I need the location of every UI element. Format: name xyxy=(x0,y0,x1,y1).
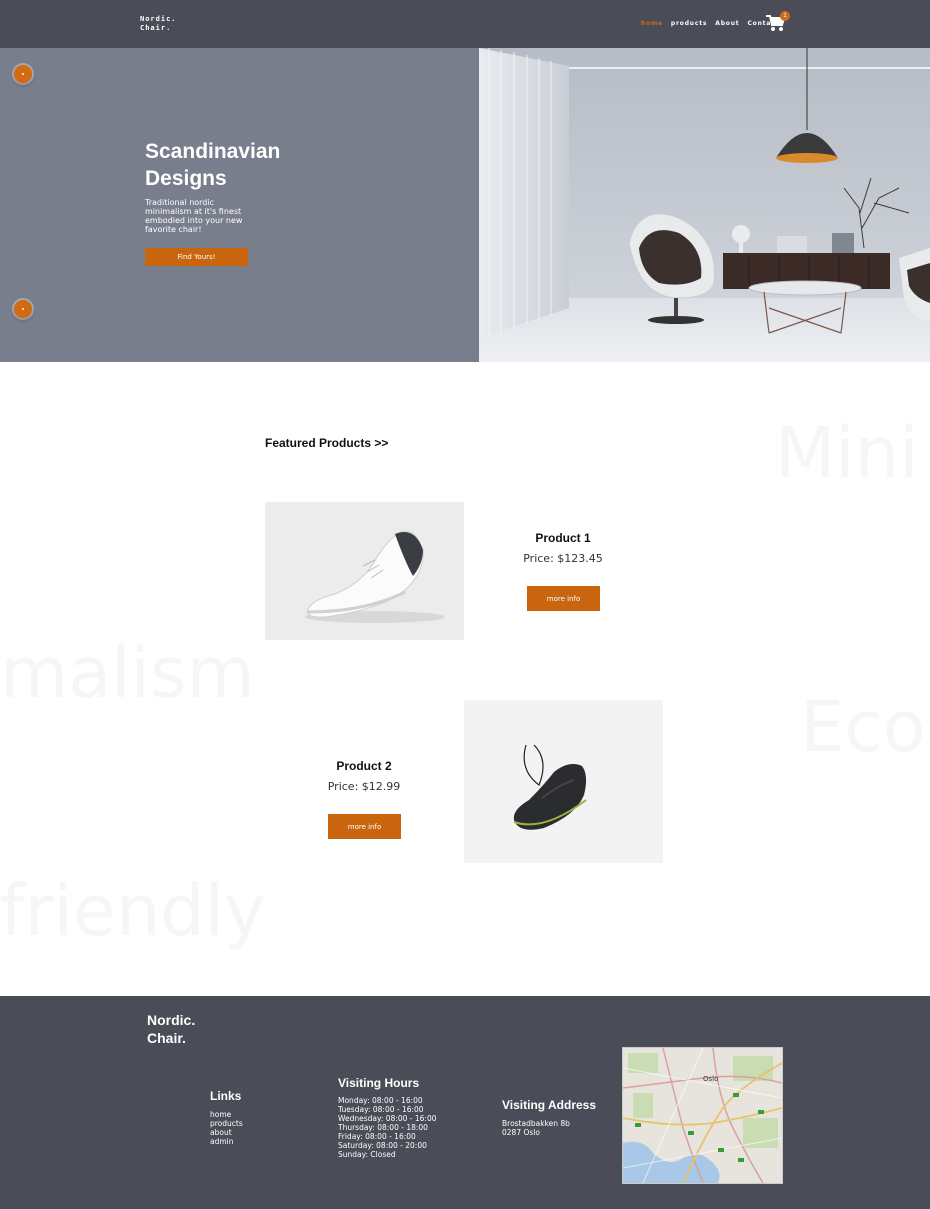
find-yours-button[interactable]: Find Yours! xyxy=(145,248,248,266)
address-line-1: Brostadbakken 8b xyxy=(502,1119,570,1128)
footer-logo-line-1: Nordic. xyxy=(147,1012,196,1028)
footer-links-heading: Links xyxy=(210,1089,242,1103)
footer-link-products[interactable]: products xyxy=(210,1119,243,1128)
footer-logo[interactable]: Nordic. Chair. xyxy=(147,1011,195,1047)
footer-links-list: home products about admin xyxy=(210,1110,243,1146)
footer-link-about[interactable]: about xyxy=(210,1128,243,1137)
hours-tuesday: Tuesday: 08:00 - 16:00 xyxy=(338,1105,424,1114)
hours-sunday: Sunday: Closed xyxy=(338,1150,396,1159)
visiting-address: Brostadbakken 8b 0287 Oslo xyxy=(502,1119,570,1137)
hours-saturday: Saturday: 08:00 - 20:00 xyxy=(338,1141,427,1150)
hero-title-line-1: Scandinavian xyxy=(145,140,281,163)
carousel-next-dot[interactable] xyxy=(14,300,32,318)
bg-word-eco: Eco xyxy=(800,686,926,768)
product-1-price: Price: $123.45 xyxy=(523,552,603,565)
logo-line-2: Chair. xyxy=(140,24,172,32)
site-footer: Nordic. Chair. Links home products about… xyxy=(0,996,930,1209)
top-navbar: Nordic. Chair. home products About Conta… xyxy=(0,0,930,48)
hours-thursday: Thursday: 08:00 - 18:00 xyxy=(338,1123,428,1132)
product-2-image[interactable] xyxy=(464,700,663,863)
hours-friday: Friday: 08:00 - 16:00 xyxy=(338,1132,416,1141)
product-1-title: Product 1 xyxy=(535,531,591,545)
visiting-hours-list: Monday: 08:00 - 16:00 Tuesday: 08:00 - 1… xyxy=(338,1096,437,1159)
footer-link-admin[interactable]: admin xyxy=(210,1137,243,1146)
hero-title-line-2: Designs xyxy=(145,167,227,190)
nav-link-about[interactable]: About xyxy=(715,20,739,27)
footer-logo-line-2: Chair. xyxy=(147,1030,186,1046)
location-map[interactable]: Oslo xyxy=(622,1047,783,1184)
bg-word-malism: malism xyxy=(0,632,255,714)
address-line-2: 0287 Oslo xyxy=(502,1128,540,1137)
hero-subtitle: Traditional nordic minimalism at it's fi… xyxy=(145,198,243,234)
featured-products-heading[interactable]: Featured Products >> xyxy=(265,436,388,450)
footer-link-home[interactable]: home xyxy=(210,1110,243,1119)
nav-link-home[interactable]: home xyxy=(641,20,663,27)
map-city-label: Oslo xyxy=(703,1075,718,1083)
product-2-price: Price: $12.99 xyxy=(327,780,401,793)
product-1-image[interactable] xyxy=(265,502,464,640)
product-1-more-info-button[interactable]: more info xyxy=(527,586,600,611)
nav-links: home products About Contact xyxy=(641,20,779,27)
bg-word-friendly: friendly xyxy=(0,870,266,952)
hours-wednesday: Wednesday: 08:00 - 16:00 xyxy=(338,1114,437,1123)
cart-count-badge: 1 xyxy=(780,11,790,21)
visiting-address-heading: Visiting Address xyxy=(502,1098,597,1112)
bg-word-mini: Mini xyxy=(775,412,919,494)
site-logo[interactable]: Nordic. Chair. xyxy=(140,15,177,33)
visiting-hours-heading: Visiting Hours xyxy=(338,1076,420,1090)
product-2-more-info-button[interactable]: more info xyxy=(328,814,401,839)
hero-title: Scandinavian Designs xyxy=(145,138,345,192)
hours-monday: Monday: 08:00 - 16:00 xyxy=(338,1096,423,1105)
nav-link-products[interactable]: products xyxy=(671,20,707,27)
hero-room-image xyxy=(479,48,930,362)
product-2-title: Product 2 xyxy=(336,759,392,773)
carousel-prev-dot[interactable] xyxy=(14,65,32,83)
logo-line-1: Nordic. xyxy=(140,15,177,23)
